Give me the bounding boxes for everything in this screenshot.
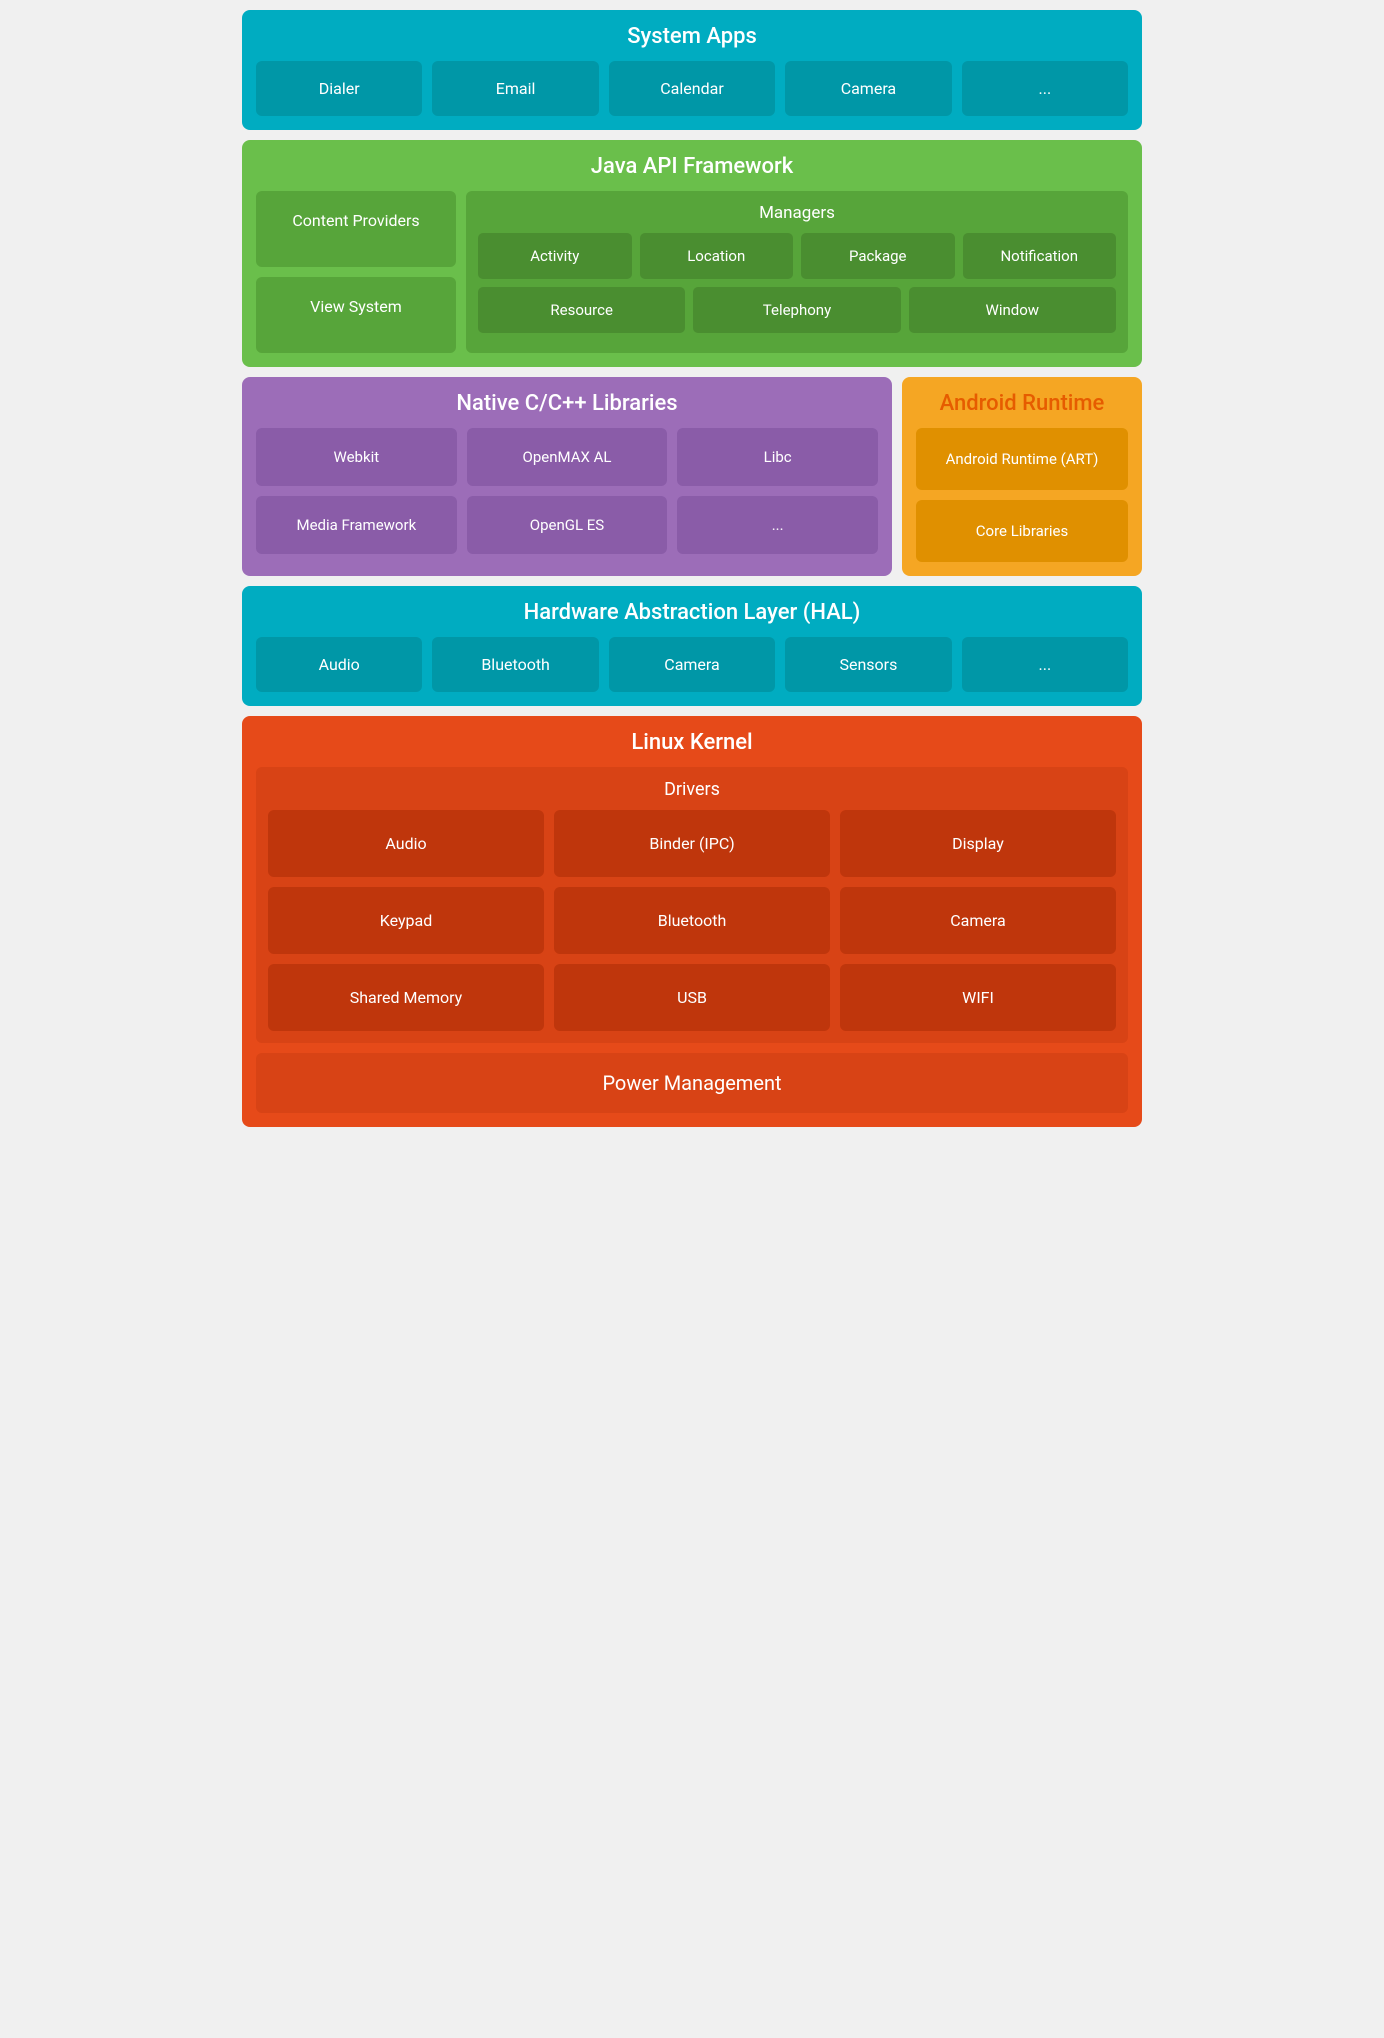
app-calendar: Calendar xyxy=(609,61,775,116)
managers-title: Managers xyxy=(478,203,1116,223)
power-management-box: Power Management xyxy=(256,1053,1128,1113)
manager-package: Package xyxy=(801,233,955,279)
content-providers-box: Content Providers xyxy=(256,191,456,267)
hal-sensors: Sensors xyxy=(785,637,951,692)
drivers-title: Drivers xyxy=(268,779,1116,800)
system-apps-title: System Apps xyxy=(256,24,1128,49)
java-api-title: Java API Framework xyxy=(256,154,1128,179)
manager-notification: Notification xyxy=(963,233,1117,279)
view-system-box: View System xyxy=(256,277,456,353)
android-runtime-layer: Android Runtime Android Runtime (ART) Co… xyxy=(902,377,1142,576)
managers-section: Managers Activity Location Package Notif… xyxy=(466,191,1128,353)
native-opengl: OpenGL ES xyxy=(467,496,668,554)
manager-telephony: Telephony xyxy=(693,287,900,333)
hal-camera: Camera xyxy=(609,637,775,692)
manager-location: Location xyxy=(640,233,794,279)
drivers-grid: Audio Binder (IPC) Display Keypad Blueto… xyxy=(268,810,1116,1031)
system-apps-layer: System Apps Dialer Email Calendar Camera… xyxy=(242,10,1142,130)
native-openmax: OpenMAX AL xyxy=(467,428,668,486)
apps-row: Dialer Email Calendar Camera ... xyxy=(256,61,1128,116)
manager-window: Window xyxy=(909,287,1116,333)
driver-sharedmemory: Shared Memory xyxy=(268,964,544,1031)
driver-usb: USB xyxy=(554,964,830,1031)
java-content: Content Providers View System Managers A… xyxy=(256,191,1128,353)
linux-kernel-title: Linux Kernel xyxy=(256,730,1128,755)
app-more: ... xyxy=(962,61,1128,116)
middle-row: Native C/C++ Libraries Webkit OpenMAX AL… xyxy=(242,377,1142,576)
native-libs-layer: Native C/C++ Libraries Webkit OpenMAX AL… xyxy=(242,377,892,576)
managers-row-1: Activity Location Package Notification xyxy=(478,233,1116,279)
manager-resource: Resource xyxy=(478,287,685,333)
linux-kernel-layer: Linux Kernel Drivers Audio Binder (IPC) … xyxy=(242,716,1142,1127)
native-libc: Libc xyxy=(677,428,878,486)
managers-row-2: Resource Telephony Window xyxy=(478,287,1116,333)
native-grid: Webkit OpenMAX AL Libc Media Framework O… xyxy=(256,428,878,554)
driver-keypad: Keypad xyxy=(268,887,544,954)
android-runtime-art: Android Runtime (ART) xyxy=(916,428,1128,490)
app-dialer: Dialer xyxy=(256,61,422,116)
native-libs-title: Native C/C++ Libraries xyxy=(256,391,878,416)
java-api-layer: Java API Framework Content Providers Vie… xyxy=(242,140,1142,367)
app-email: Email xyxy=(432,61,598,116)
android-runtime-corelibs: Core Libraries xyxy=(916,500,1128,562)
drivers-section: Drivers Audio Binder (IPC) Display Keypa… xyxy=(256,767,1128,1043)
hal-more: ... xyxy=(962,637,1128,692)
driver-display: Display xyxy=(840,810,1116,877)
driver-audio: Audio xyxy=(268,810,544,877)
app-camera: Camera xyxy=(785,61,951,116)
manager-activity: Activity xyxy=(478,233,632,279)
native-more: ... xyxy=(677,496,878,554)
native-webkit: Webkit xyxy=(256,428,457,486)
hal-title: Hardware Abstraction Layer (HAL) xyxy=(256,600,1128,625)
android-architecture-diagram: System Apps Dialer Email Calendar Camera… xyxy=(242,10,1142,1127)
hal-row: Audio Bluetooth Camera Sensors ... xyxy=(256,637,1128,692)
driver-wifi: WIFI xyxy=(840,964,1116,1031)
driver-bluetooth: Bluetooth xyxy=(554,887,830,954)
java-left: Content Providers View System xyxy=(256,191,456,353)
driver-binder: Binder (IPC) xyxy=(554,810,830,877)
driver-camera: Camera xyxy=(840,887,1116,954)
hal-audio: Audio xyxy=(256,637,422,692)
hal-layer: Hardware Abstraction Layer (HAL) Audio B… xyxy=(242,586,1142,706)
native-media: Media Framework xyxy=(256,496,457,554)
android-runtime-title: Android Runtime xyxy=(916,391,1128,416)
hal-bluetooth: Bluetooth xyxy=(432,637,598,692)
